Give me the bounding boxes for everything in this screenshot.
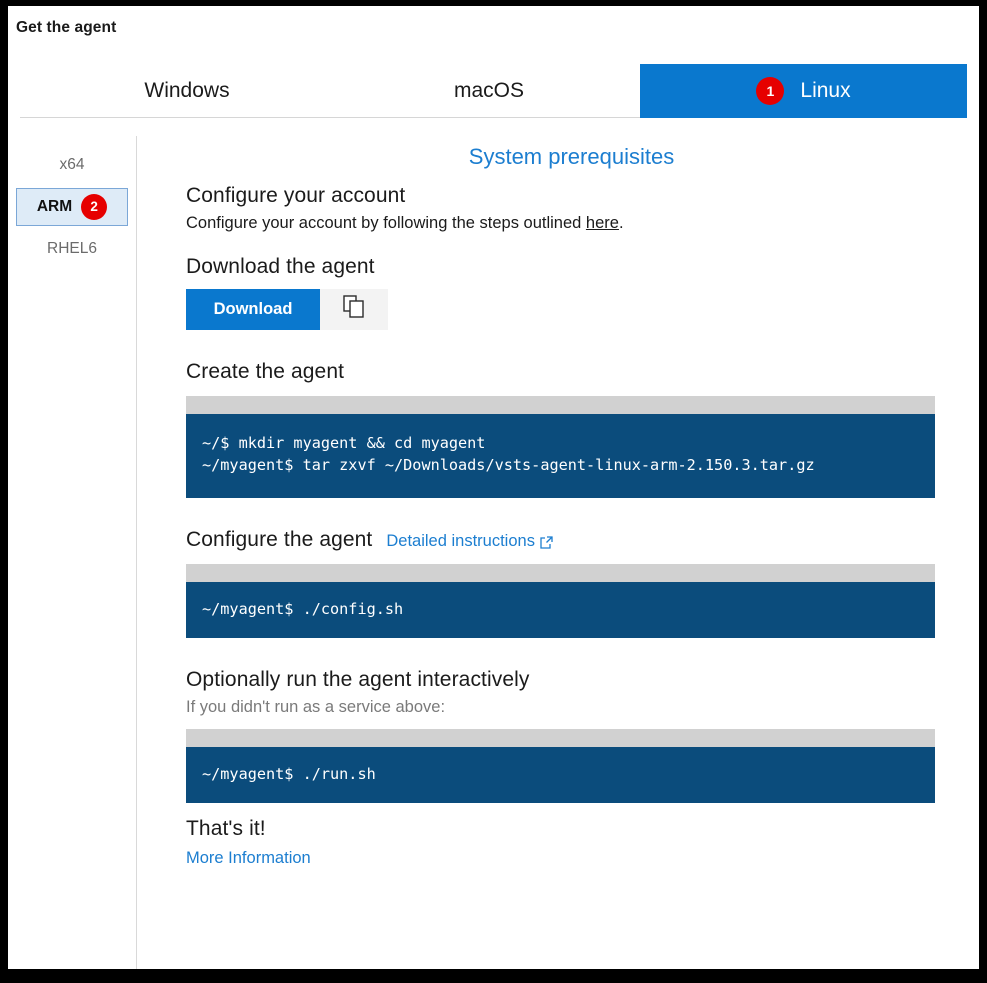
finish-heading: That's it! [186,817,266,840]
screenshot-frame: Get the agent Windows macOS 1 Linux x64 [0,0,987,983]
create-agent-heading: Create the agent [186,360,345,383]
run-interactively-subtext: If you didn't run as a service above: [186,698,446,716]
sidebar-item-rhel6[interactable]: RHEL6 [16,230,128,268]
detailed-instructions-label: Detailed instructions [386,532,535,550]
agent-instructions-panel: System prerequisites Configure your acco… [136,118,979,969]
sidebar-item-x64-label: x64 [59,156,85,173]
configure-agent-heading-row: Configure the agent Detailed instruction… [186,528,957,552]
codeblock-body: ~/$ mkdir myagent && cd myagent ~/myagen… [186,414,935,498]
configure-agent-codeblock[interactable]: ~/myagent$ ./config.sh [186,564,935,638]
download-row: Download [186,289,957,330]
codeblock-body: ~/myagent$ ./config.sh [186,582,935,638]
sidebar-item-arm-badge: 2 [81,194,108,220]
download-agent-heading: Download the agent [186,255,375,278]
tab-macos-label: macOS [453,79,524,102]
sidebar-item-x64[interactable]: x64 [16,146,128,184]
code-line: ~/myagent$ tar zxvf ~/Downloads/vsts-age… [202,456,815,474]
download-button[interactable]: Download [186,289,320,330]
run-interactively-codeblock[interactable]: ~/myagent$ ./run.sh [186,729,935,803]
codeblock-toolbar [186,564,935,582]
run-interactively-heading: Optionally run the agent interactively [186,668,530,691]
codeblock-toolbar [186,396,935,414]
configure-account-here-link[interactable]: here [586,214,619,232]
code-line: ~/myagent$ ./run.sh [202,765,376,783]
copy-link-button[interactable] [320,289,388,330]
codeblock-toolbar [186,729,935,747]
tab-linux-label: Linux [800,79,851,102]
get-agent-dialog: Get the agent Windows macOS 1 Linux x64 [8,6,979,969]
code-line: ~/myagent$ ./config.sh [202,600,404,618]
dialog-body: x64 ARM 2 RHEL6 System prerequisites Con… [8,118,979,969]
dialog-title: Get the agent [16,19,117,36]
copy-icon [343,295,365,324]
configure-account-text: Configure your account by following the … [186,214,957,233]
codeblock-body: ~/myagent$ ./run.sh [186,747,935,803]
detailed-instructions-link[interactable]: Detailed instructions [386,532,553,551]
sidebar-item-arm-label: ARM [36,198,73,215]
external-link-icon [540,535,553,549]
code-line: ~/$ mkdir myagent && cd myagent [202,434,486,452]
tab-windows[interactable]: Windows [36,64,338,118]
create-agent-codeblock[interactable]: ~/$ mkdir myagent && cd myagent ~/myagen… [186,396,935,498]
tab-windows-label: Windows [144,79,230,102]
architecture-sidebar: x64 ARM 2 RHEL6 [8,118,136,969]
configure-account-heading: Configure your account [186,184,406,207]
configure-account-text-before: Configure your account by following the … [186,214,586,232]
tab-linux-badge: 1 [756,77,785,105]
tab-macos[interactable]: macOS [338,64,640,118]
sidebar-item-arm[interactable]: ARM 2 [16,188,128,226]
more-information-link[interactable]: More Information [186,849,957,868]
system-prerequisites-link[interactable]: System prerequisites [186,144,957,170]
tab-linux[interactable]: 1 Linux [640,64,967,118]
os-tabstrip: Windows macOS 1 Linux [8,64,979,118]
configure-agent-heading: Configure the agent [186,528,373,551]
sidebar-item-rhel6-label: RHEL6 [47,240,97,257]
configure-account-text-after: . [618,214,624,232]
